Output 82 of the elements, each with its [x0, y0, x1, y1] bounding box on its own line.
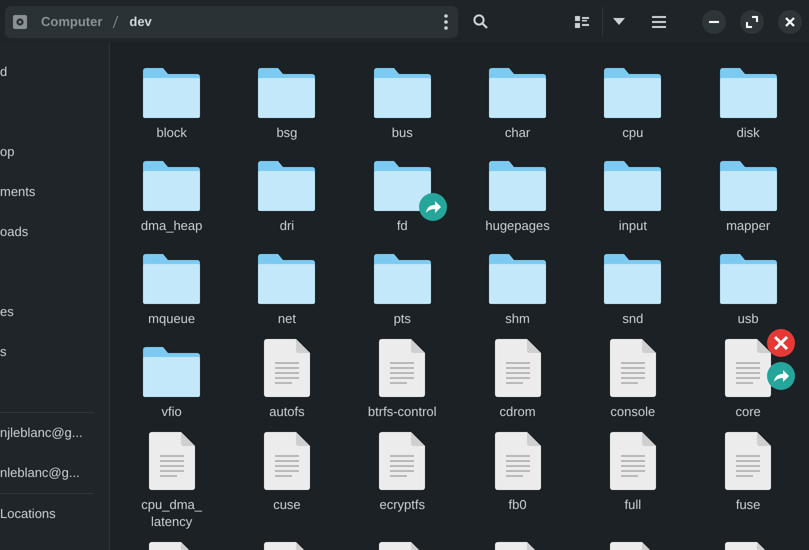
folder-icon[interactable]	[489, 161, 546, 211]
file-name: pts	[394, 310, 411, 327]
file-name: cpu	[622, 124, 644, 141]
file-name: mqueue	[148, 310, 196, 327]
file-name: mapper	[726, 217, 770, 234]
file-icon[interactable]	[379, 339, 426, 397]
file-icon[interactable]	[610, 432, 656, 490]
file-name: usb	[738, 310, 759, 327]
menu-icon[interactable]	[652, 16, 666, 28]
folder-icon[interactable]	[720, 254, 777, 304]
sidebar-item[interactable]: es	[0, 292, 109, 332]
file-name: core	[735, 403, 761, 420]
file-name: net	[278, 310, 296, 327]
file-icon[interactable]	[494, 339, 541, 397]
file-name: shm	[505, 310, 530, 327]
file-icon[interactable]	[610, 339, 656, 397]
folder-icon[interactable]	[604, 68, 662, 118]
file-name: cpu_dma_ latency	[141, 496, 202, 530]
file-name: snd	[622, 310, 644, 327]
file-name: ecryptfs	[379, 496, 425, 513]
file-name: input	[618, 217, 647, 234]
file-icon[interactable]	[494, 432, 541, 490]
file-name: fb0	[508, 496, 527, 513]
file-name: bsg	[276, 124, 298, 141]
folder-icon[interactable]	[258, 68, 316, 118]
sidebar-item[interactable]: oads	[0, 212, 109, 252]
folder-icon[interactable]	[604, 254, 662, 304]
minimize-button[interactable]	[702, 10, 726, 34]
sidebar-item[interactable]: s	[0, 332, 109, 372]
file-icon[interactable]	[264, 339, 310, 397]
folder-icon[interactable]	[374, 161, 431, 211]
sidebar-item[interactable]: d	[0, 52, 109, 92]
file-name: block	[156, 124, 187, 141]
folder-icon[interactable]	[489, 254, 546, 304]
file-name: hugepages	[485, 217, 550, 234]
path-segment[interactable]: dev	[129, 14, 152, 29]
folder-icon[interactable]	[258, 254, 316, 304]
file-name: fuse	[736, 496, 760, 513]
list-view-icon[interactable]	[575, 16, 589, 28]
folder-icon[interactable]	[143, 347, 200, 397]
folder-icon[interactable]	[374, 68, 431, 118]
folder-icon[interactable]	[258, 161, 316, 211]
file-name: console	[610, 403, 656, 420]
file-name: btrfs-control	[368, 403, 437, 420]
folder-icon[interactable]	[143, 68, 200, 118]
folder-icon[interactable]	[720, 68, 777, 118]
file-icon[interactable]	[725, 432, 772, 490]
maximize-icon	[746, 16, 758, 28]
file-name: dma_heap	[140, 217, 202, 234]
file-name: cdrom	[499, 403, 536, 420]
folder-icon[interactable]	[143, 254, 200, 304]
folder-icon[interactable]	[720, 161, 777, 211]
folder-icon[interactable]	[143, 161, 200, 211]
file-name: bus	[392, 124, 413, 141]
path-segment[interactable]: Computer	[41, 14, 102, 29]
file-icon[interactable]	[725, 339, 772, 397]
file-icon[interactable]	[379, 432, 426, 490]
search-icon[interactable]	[473, 14, 488, 29]
sidebar-item[interactable]: njleblanc@g...	[0, 413, 109, 453]
folder-icon[interactable]	[374, 254, 431, 304]
sidebar-item[interactable]: op	[0, 132, 109, 172]
folder-icon[interactable]	[489, 68, 546, 118]
file-icon[interactable]	[148, 432, 195, 490]
drive-icon	[13, 14, 27, 28]
file-name: char	[504, 124, 530, 141]
close-button[interactable]	[778, 10, 802, 34]
file-name: dri	[280, 217, 294, 234]
file-name: disk	[736, 124, 760, 141]
file-name: vfio	[162, 403, 182, 420]
maximize-button[interactable]	[740, 10, 764, 34]
file-name: full	[624, 496, 642, 513]
more-options-icon[interactable]	[444, 14, 448, 30]
caret-icon[interactable]	[613, 18, 625, 25]
folder-icon[interactable]	[604, 161, 662, 211]
sidebar-item[interactable]: ments	[0, 172, 109, 212]
file-icon[interactable]	[264, 432, 310, 490]
file-name: autofs	[269, 403, 305, 420]
file-name: fd	[396, 217, 408, 234]
sidebar-item[interactable]: Locations	[0, 494, 109, 534]
file-name: cuse	[273, 496, 301, 513]
sidebar-item[interactable]: nleblanc@g...	[0, 453, 109, 493]
close-icon	[785, 16, 795, 26]
